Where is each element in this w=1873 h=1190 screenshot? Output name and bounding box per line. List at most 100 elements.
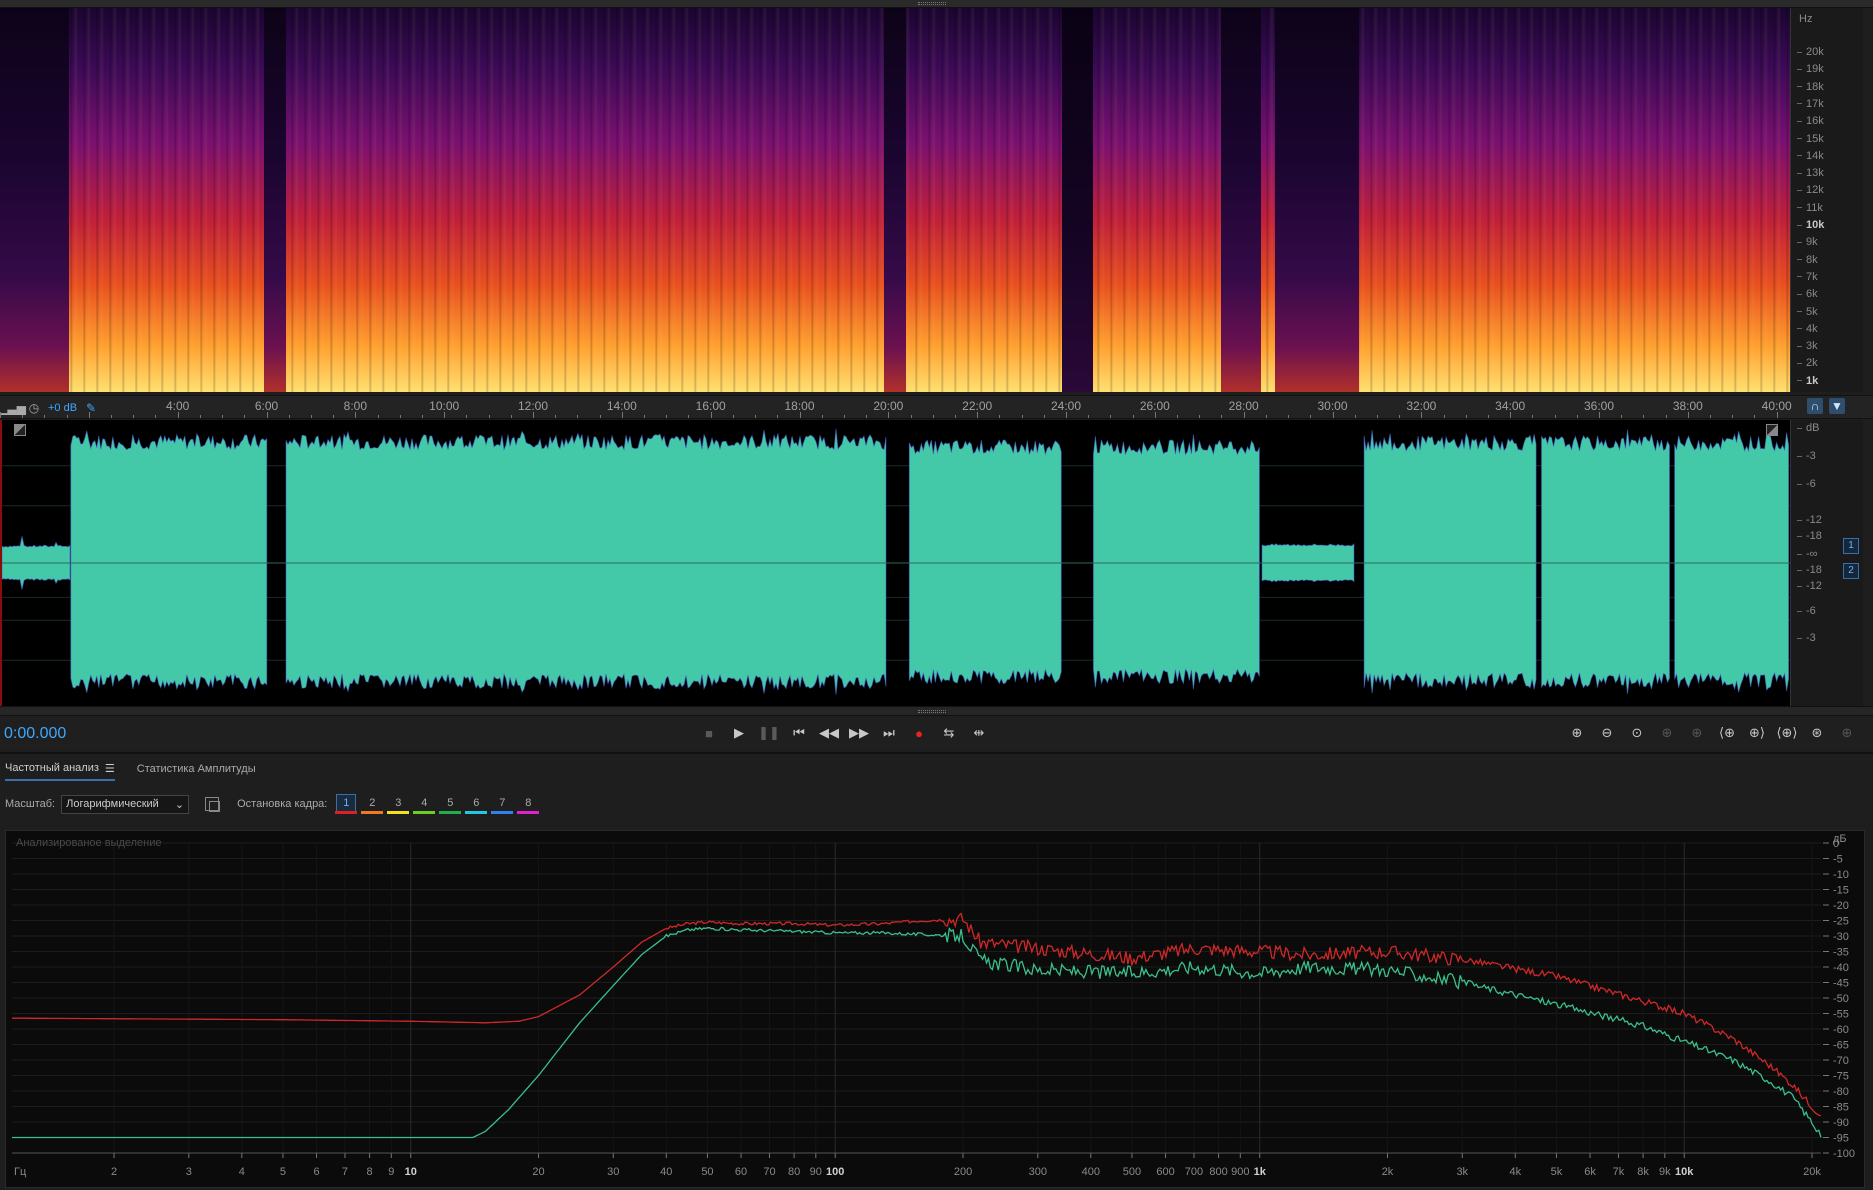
loop-button[interactable]: ⇆ <box>938 722 960 744</box>
zoom-to-selection-button[interactable]: ⟨⊕⟩ <box>1776 722 1798 744</box>
pin-icon[interactable]: ✎ <box>83 400 99 416</box>
time-tick <box>510 415 512 418</box>
zoom-controls: ⊕ ⊖ ⊙ ⊕ ⊕ ⟨⊕ ⊕⟩ ⟨⊕⟩ ⊛ ⊕ <box>1566 722 1858 744</box>
db-axis-label: -20 <box>1833 900 1849 912</box>
freq-axis-label: 200 <box>954 1166 972 1178</box>
time-tick <box>1177 415 1179 418</box>
amplitude-zoom-handle-right[interactable] <box>1766 424 1778 436</box>
zoom-to-selection-start-button[interactable]: ⟨⊕ <box>1716 722 1738 744</box>
time-tick <box>488 415 490 418</box>
spectral-quiet-region <box>883 8 907 392</box>
audio-editor-window: Hz 20k 19k 18k 17k 16k 15k 14k 13k 12k 11k 10k 9k 8k… <box>0 0 1873 1190</box>
freq-axis-label: 5 <box>280 1166 286 1178</box>
time-tick-label: 20:00 <box>873 399 904 413</box>
time-tick-label: 18:00 <box>784 399 815 413</box>
go-to-end-button[interactable]: ⏭ <box>878 722 900 744</box>
time-tick <box>1621 415 1623 418</box>
tab-frequency-analysis[interactable]: Частотный анализ ☰ <box>5 758 115 781</box>
hz-tick-label: 8k <box>1797 254 1818 266</box>
time-tick <box>1066 412 1067 418</box>
channel-2-badge[interactable]: 2 <box>1843 563 1859 579</box>
zoom-out-time-button[interactable]: ⊕ <box>1686 722 1708 744</box>
time-tick <box>1399 415 1401 418</box>
hold-frame-button-1[interactable]: 1 <box>335 793 358 815</box>
transport-bar: 0:00.000 ■ ▶ ❚❚ ⏮ ◀◀ ▶▶ ⏭ ● ⇆ ⇹ ⊕ ⊖ ⊙ ⊕ ⊕ ⟨⊕ ⊕⟩ ⟨⊕⟩ ⊛ ⊕ <box>0 717 1873 749</box>
amplitude-ruler[interactable]: dB -3 -6 -12 -18 -∞ -18 -12 -6 -3 1 2 <box>1790 420 1863 706</box>
divider-grip[interactable] <box>918 710 946 713</box>
skip-selection-button[interactable]: ⇹ <box>968 722 990 744</box>
level-meter-icon[interactable]: ▁▃▅ <box>0 400 26 416</box>
headphones-icon[interactable]: ∩ <box>1807 398 1823 414</box>
hz-tick-label: 1k <box>1797 375 1818 387</box>
hold-frame-button-6[interactable]: 6 <box>465 793 488 815</box>
go-to-start-button[interactable]: ⏮ <box>788 722 810 744</box>
freq-axis-label: 100 <box>826 1166 844 1178</box>
hold-frame-button-5[interactable]: 5 <box>439 793 462 815</box>
time-tick <box>999 415 1001 418</box>
panel-divider[interactable] <box>0 706 1873 716</box>
amplitude-zoom-handle-left[interactable] <box>14 424 26 436</box>
db-tick-label: -∞ <box>1797 548 1818 560</box>
db-axis-label: -65 <box>1833 1040 1849 1052</box>
hold-frame-button-label: 2 <box>369 796 376 809</box>
hz-tick-label: 15k <box>1797 133 1824 145</box>
db-axis-label: -100 <box>1833 1148 1855 1160</box>
frequency-ruler[interactable]: Hz 20k 19k 18k 17k 16k 15k 14k 13k 12k 11k 10k 9k 8k… <box>1790 8 1863 392</box>
hold-frame-button-label: 7 <box>499 796 506 809</box>
freq-axis-label: 20k <box>1803 1166 1821 1178</box>
window-copy-icon[interactable] <box>205 797 221 812</box>
time-tick <box>577 415 579 418</box>
current-time-display[interactable]: 0:00.000 <box>4 725 66 743</box>
freq-axis-label: 800 <box>1209 1166 1227 1178</box>
timeline-ruler[interactable]: ▁▃▅ ◷ +0 dB ✎ ∩ ▼ 4:00 6:00 8:00 10:00 12:00… <box>0 395 1873 419</box>
time-tick <box>1599 412 1600 418</box>
time-tick-label: 32:00 <box>1406 399 1437 413</box>
spectral-frequency-display[interactable] <box>0 8 1790 392</box>
analysis-tabs: Частотный анализ ☰ Статистика Амплитуды <box>0 756 1873 782</box>
zoom-to-selection-end-button[interactable]: ⊕⟩ <box>1746 722 1768 744</box>
freq-axis-label: 600 <box>1156 1166 1174 1178</box>
tab-amplitude-statistics[interactable]: Статистика Амплитуды <box>137 759 256 779</box>
rewind-button[interactable]: ◀◀ <box>818 722 840 744</box>
zoom-selected-clips-button[interactable]: ⊕ <box>1836 722 1858 744</box>
tab-menu-icon[interactable]: ☰ <box>105 762 115 775</box>
zoom-in-time-button[interactable]: ⊕ <box>1656 722 1678 744</box>
waveform-display[interactable] <box>0 420 1790 706</box>
fast-forward-button[interactable]: ▶▶ <box>848 722 870 744</box>
resize-grip[interactable] <box>918 2 946 5</box>
pause-button[interactable]: ❚❚ <box>758 722 780 744</box>
clock-icon[interactable]: ◷ <box>26 400 42 416</box>
spectral-top-edge[interactable] <box>0 0 1873 8</box>
zoom-reset-amplitude-button[interactable]: ⊙ <box>1626 722 1648 744</box>
hold-frame-button-3[interactable]: 3 <box>387 793 410 815</box>
gain-readout[interactable]: +0 dB <box>48 402 77 414</box>
stop-button[interactable]: ■ <box>698 722 720 744</box>
time-tick <box>1487 415 1489 418</box>
time-tick <box>111 415 113 418</box>
record-button[interactable]: ● <box>908 722 930 744</box>
time-tick <box>1310 415 1312 418</box>
hz-tick-label: 20k <box>1797 46 1824 58</box>
db-axis-label: -30 <box>1833 931 1849 943</box>
hold-frame-button-4[interactable]: 4 <box>413 793 436 815</box>
playhead-marker-icon[interactable]: ▼ <box>1829 398 1845 414</box>
hold-frame-button-2[interactable]: 2 <box>361 793 384 815</box>
db-tick-label: -12 <box>1797 514 1822 526</box>
hold-frame-color-bar <box>465 810 488 814</box>
time-tick-label: 10:00 <box>429 399 460 413</box>
freq-axis-label: 50 <box>701 1166 713 1178</box>
zoom-out-amplitude-button[interactable]: ⊖ <box>1596 722 1618 744</box>
db-tick-label: -3 <box>1797 632 1816 644</box>
zoom-out-full-button[interactable]: ⊛ <box>1806 722 1828 744</box>
scale-dropdown[interactable]: Логарифмический ⌄ <box>61 794 190 814</box>
play-button[interactable]: ▶ <box>728 722 750 744</box>
hold-frame-color-bar <box>387 810 410 814</box>
time-tick-label: 36:00 <box>1583 399 1615 413</box>
channel-1-badge[interactable]: 1 <box>1843 538 1859 554</box>
hz-tick-label: 9k <box>1797 236 1818 248</box>
db-axis-label: -50 <box>1833 993 1849 1005</box>
frequency-analysis-plot[interactable]: 0 -5 -10 -15 -20 -25 -30 -35 -40 -45 -50 -55 -60 -65-… <box>5 830 1865 1188</box>
zoom-in-amplitude-button[interactable]: ⊕ <box>1566 722 1588 744</box>
hold-frame-button-8[interactable]: 8 <box>517 793 540 815</box>
hold-frame-button-7[interactable]: 7 <box>491 793 514 815</box>
